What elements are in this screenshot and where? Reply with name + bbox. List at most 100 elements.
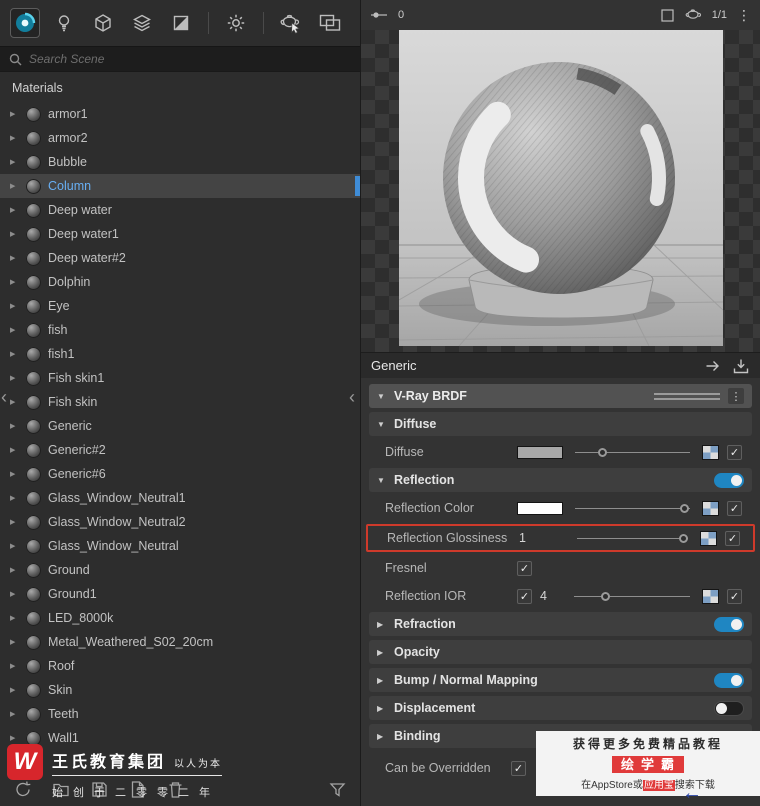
bump-toggle[interactable] xyxy=(714,672,744,688)
expand-caret-icon[interactable]: ▶ xyxy=(10,158,19,166)
material-list-item[interactable]: ▶ fish xyxy=(0,318,360,342)
material-list-item[interactable]: ▶ Deep water xyxy=(0,198,360,222)
reflection-ior-slider[interactable] xyxy=(574,589,690,603)
reflection-ior-checkbox[interactable] xyxy=(727,588,742,604)
reflection-color-slider[interactable] xyxy=(575,501,690,515)
collapse-caret-icon[interactable]: ▼ xyxy=(377,476,386,485)
render-button[interactable] xyxy=(276,8,306,38)
frame-buffer-button[interactable] xyxy=(315,8,345,38)
reflection-glossiness-value[interactable]: 1 xyxy=(519,531,565,545)
material-list-item[interactable]: ▶ Deep water#2 xyxy=(0,246,360,270)
expand-caret-icon[interactable]: ▶ xyxy=(10,230,19,238)
section-reflection[interactable]: ▼ Reflection xyxy=(369,468,752,492)
expand-caret-icon[interactable]: ▶ xyxy=(10,590,19,598)
expand-caret-icon[interactable]: ▶ xyxy=(10,614,19,622)
layers-tab-button[interactable] xyxy=(127,8,157,38)
material-list-item[interactable]: ▶ LED_8000k xyxy=(0,606,360,630)
panel-collapse-handle-left[interactable]: ‹ xyxy=(1,388,7,406)
material-list-item[interactable]: ▶ Deep water1 xyxy=(0,222,360,246)
materials-tab-button[interactable] xyxy=(10,8,40,38)
material-list-item[interactable]: ▶ Fish skin xyxy=(0,390,360,414)
geometry-tab-button[interactable] xyxy=(88,8,118,38)
textures-tab-button[interactable] xyxy=(166,8,196,38)
expand-caret-icon[interactable]: ▶ xyxy=(10,206,19,214)
expand-caret-icon[interactable]: ▶ xyxy=(10,518,19,526)
collapse-caret-icon[interactable]: ▶ xyxy=(377,704,386,713)
expand-caret-icon[interactable]: ▶ xyxy=(10,278,19,286)
reflection-ior-texture-slot-icon[interactable] xyxy=(702,588,719,604)
slider-knob[interactable] xyxy=(678,533,688,543)
expand-caret-icon[interactable]: ▶ xyxy=(10,686,19,694)
section-displacement[interactable]: ▶ Displacement xyxy=(369,696,752,720)
material-list-item[interactable]: ▶ Eye xyxy=(0,294,360,318)
expand-caret-icon[interactable]: ▶ xyxy=(10,302,19,310)
preview-size-slider-icon[interactable] xyxy=(370,8,388,22)
material-list-item[interactable]: ▶ Column xyxy=(0,174,360,198)
preview-menu-button[interactable]: ⋮ xyxy=(737,7,751,24)
filter-button[interactable] xyxy=(328,780,346,803)
material-list-item[interactable]: ▶ Fish skin1 xyxy=(0,366,360,390)
expand-caret-icon[interactable]: ▶ xyxy=(10,374,19,382)
material-list-item[interactable]: ▶ fish1 xyxy=(0,342,360,366)
expand-caret-icon[interactable]: ▶ xyxy=(10,134,19,142)
material-list-item[interactable]: ▶ Generic#2 xyxy=(0,438,360,462)
expand-caret-icon[interactable]: ▶ xyxy=(10,446,19,454)
diffuse-texture-slot-icon[interactable] xyxy=(702,444,719,460)
search-bar[interactable]: Search Scene xyxy=(0,46,360,72)
diffuse-enable-checkbox[interactable] xyxy=(727,444,742,460)
material-list-item[interactable]: ▶ Glass_Window_Neutral xyxy=(0,534,360,558)
collapse-caret-icon[interactable]: ▼ xyxy=(377,420,386,429)
expand-caret-icon[interactable]: ▶ xyxy=(10,710,19,718)
collapse-caret-icon[interactable]: ▶ xyxy=(377,732,386,741)
material-list-item[interactable]: ▶ Bubble xyxy=(0,150,360,174)
settings-button[interactable] xyxy=(221,8,251,38)
reflection-glossiness-texture-slot-icon[interactable] xyxy=(700,530,717,546)
material-list-item[interactable]: ▶ armor2 xyxy=(0,126,360,150)
brdf-layer-header[interactable]: ▼ V-Ray BRDF ⋮ xyxy=(369,384,752,408)
expand-caret-icon[interactable]: ▶ xyxy=(10,542,19,550)
expand-caret-icon[interactable]: ▶ xyxy=(10,470,19,478)
reflection-ior-use-checkbox[interactable] xyxy=(517,588,532,604)
can-be-overridden-checkbox[interactable] xyxy=(511,760,526,776)
reflection-toggle[interactable] xyxy=(714,472,744,488)
panel-collapse-handle-mid[interactable]: ‹ xyxy=(349,388,355,406)
section-opacity[interactable]: ▶ Opacity xyxy=(369,640,752,664)
collapse-caret-icon[interactable]: ▶ xyxy=(377,676,386,685)
material-list-item[interactable]: ▶ Ground xyxy=(0,558,360,582)
expand-caret-icon[interactable]: ▶ xyxy=(10,182,19,190)
lights-tab-button[interactable] xyxy=(49,8,79,38)
expand-caret-icon[interactable]: ▶ xyxy=(10,326,19,334)
material-list-item[interactable]: ▶ Roof xyxy=(0,654,360,678)
diffuse-color-swatch[interactable] xyxy=(517,445,563,459)
reflection-color-texture-slot-icon[interactable] xyxy=(702,500,719,516)
preview-geometry-icon[interactable] xyxy=(684,8,702,23)
expand-caret-icon[interactable]: ▶ xyxy=(10,566,19,574)
expand-caret-icon[interactable]: ▶ xyxy=(10,110,19,118)
material-preview-area[interactable] xyxy=(361,30,760,352)
collapse-caret-icon[interactable]: ▶ xyxy=(377,648,386,657)
swatch-mode-icon[interactable] xyxy=(661,8,674,22)
section-refraction[interactable]: ▶ Refraction xyxy=(369,612,752,636)
material-list-item[interactable]: ▶ Ground1 xyxy=(0,582,360,606)
material-list-item[interactable]: ▶ Generic xyxy=(0,414,360,438)
reflection-color-swatch[interactable] xyxy=(517,501,563,515)
back-arrow-icon[interactable] xyxy=(704,357,722,375)
expand-caret-icon[interactable]: ▶ xyxy=(10,638,19,646)
reflection-glossiness-checkbox[interactable] xyxy=(725,530,740,546)
reflection-ior-value[interactable]: 4 xyxy=(540,589,562,603)
save-to-library-icon[interactable] xyxy=(732,357,750,375)
diffuse-amount-slider[interactable] xyxy=(575,445,690,459)
expand-caret-icon[interactable]: ▶ xyxy=(10,350,19,358)
refraction-toggle[interactable] xyxy=(714,616,744,632)
expand-caret-icon[interactable]: ▶ xyxy=(10,254,19,262)
slider-knob[interactable] xyxy=(680,503,690,513)
slider-knob[interactable] xyxy=(597,447,607,457)
reflection-color-checkbox[interactable] xyxy=(727,500,742,516)
collapse-caret-icon[interactable]: ▶ xyxy=(377,620,386,629)
search-input[interactable]: Search Scene xyxy=(29,52,104,66)
preview-page-indicator[interactable]: 1/1 xyxy=(712,9,727,21)
material-list-item[interactable]: ▶ Metal_Weathered_S02_20cm xyxy=(0,630,360,654)
material-list-item[interactable]: ▶ Teeth xyxy=(0,702,360,726)
material-list-item[interactable]: ▶ Glass_Window_Neutral1 xyxy=(0,486,360,510)
material-list-item[interactable]: ▶ Skin xyxy=(0,678,360,702)
